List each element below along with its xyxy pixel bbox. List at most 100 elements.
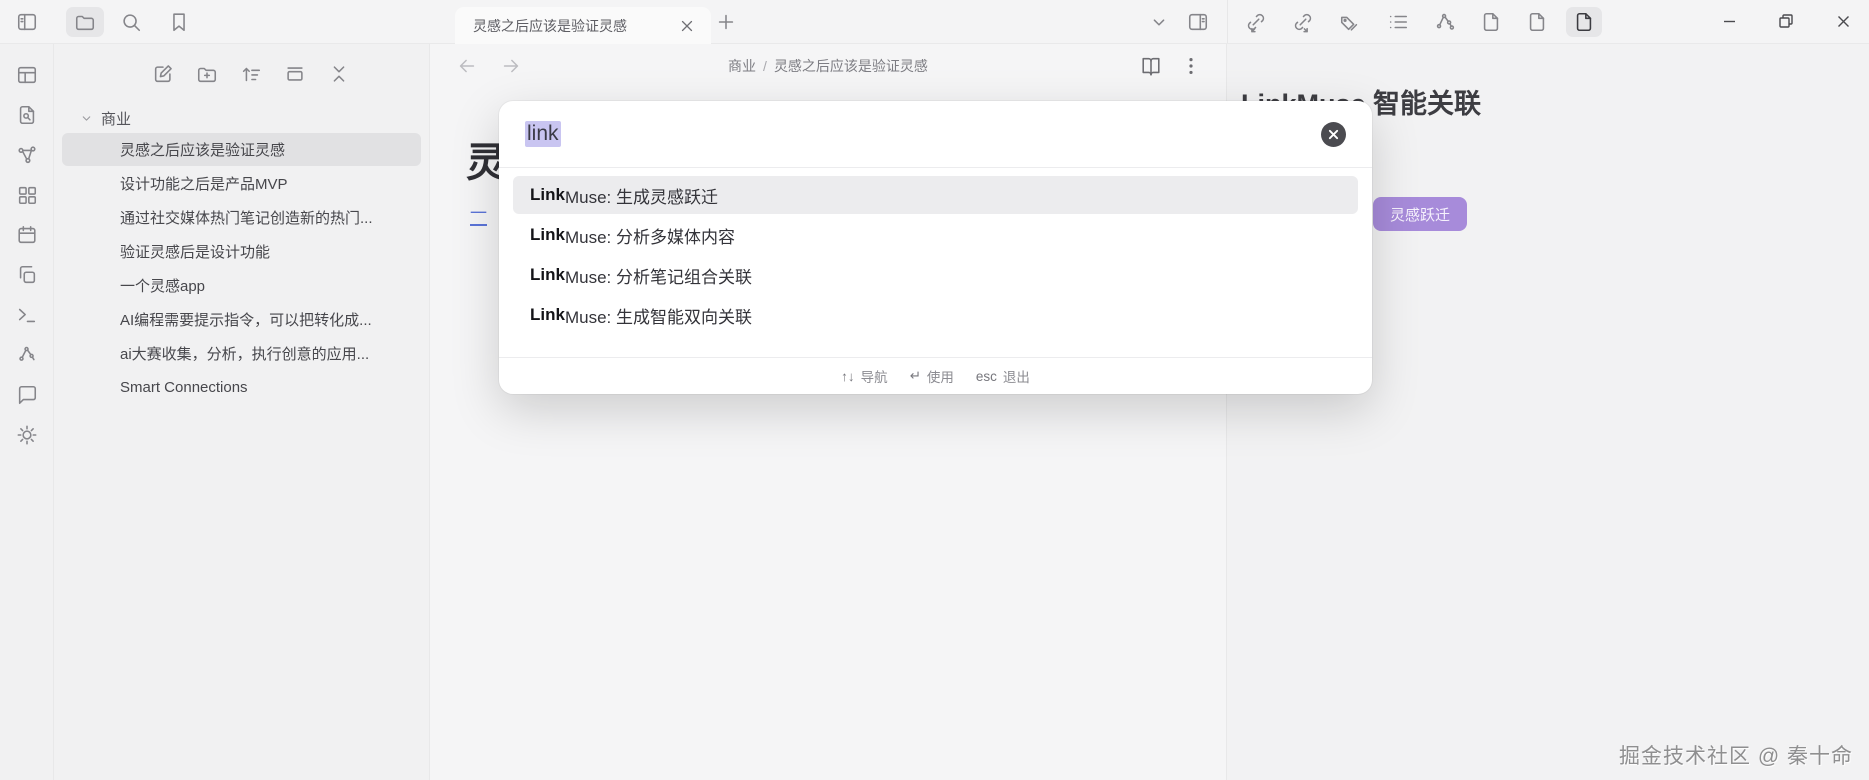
file-label: AI编程需要提示指令，可以把转化成... [120, 312, 372, 329]
file-tree-item[interactable]: 设计功能之后是产品MVP [62, 167, 421, 200]
ribbon-dashboard-button[interactable] [12, 184, 42, 206]
editor-header: 商业 / 灵感之后应该是验证灵感 [430, 44, 1226, 88]
toggle-left-sidebar-button[interactable] [12, 8, 42, 36]
file-view-button-active[interactable] [1566, 7, 1602, 37]
file-tree-item[interactable]: Smart Connections [62, 371, 421, 404]
window-close-button[interactable] [1826, 4, 1860, 38]
file-search-icon [19, 105, 34, 125]
navigate-back-button[interactable] [452, 52, 482, 80]
file-icon [1529, 12, 1545, 32]
breadcrumb-folder[interactable]: 商业 [728, 58, 756, 74]
breadcrumb-note[interactable]: 灵感之后应该是验证灵感 [774, 58, 928, 74]
ribbon-comments-button[interactable] [12, 384, 42, 406]
comment-bubble-icon [18, 385, 36, 405]
file-label: 设计功能之后是产品MVP [120, 176, 288, 193]
palette-result-item[interactable]: Link Muse: 分析笔记组合关联 [513, 256, 1358, 294]
arrow-right-icon [503, 59, 519, 73]
chevron-down-icon [82, 115, 91, 121]
graph-fork-icon [17, 146, 36, 164]
watermark-text: 掘金技术社区 @ 秦十命 [1619, 745, 1853, 768]
inspiration-jump-button[interactable]: 灵感跃迁 [1373, 197, 1468, 231]
tags-view-button[interactable] [1335, 8, 1365, 36]
sort-order-button[interactable] [238, 62, 264, 86]
file-tree-item[interactable]: 验证灵感后是设计功能 [62, 235, 421, 268]
tab-list-dropdown-button[interactable] [1144, 8, 1174, 36]
file-tree-item[interactable]: 一个灵感app [62, 269, 421, 302]
book-open-icon [1142, 57, 1160, 76]
palette-result-item[interactable]: Link Muse: 生成智能双向关联 [513, 296, 1358, 334]
search-tab-button[interactable] [116, 8, 146, 36]
chevron-down-icon [1153, 19, 1165, 26]
left-ribbon [0, 44, 54, 780]
explorer-toolbar [54, 44, 429, 86]
file-icon [1576, 12, 1592, 32]
more-vertical-icon [1189, 57, 1193, 75]
file-explorer-pane: 商业 灵感之后应该是验证灵感 设计功能之后是产品MVP 通过社交媒体热门笔记创造… [54, 44, 430, 780]
more-options-button[interactable] [1176, 52, 1206, 80]
new-tab-button[interactable] [712, 9, 740, 35]
backlinks-view-button[interactable] [1241, 8, 1271, 36]
use-hint: ↵ 使用 [910, 366, 954, 386]
exit-hint: esc 退出 [976, 366, 1030, 386]
stack-panel-icon [287, 67, 303, 81]
new-folder-button[interactable] [194, 62, 220, 86]
app-window: 灵感之后应该是验证灵感 商业 灵感之后应该是验证灵感 设计功能之后是产品MVP … [0, 0, 1869, 780]
palette-search-input[interactable]: link [525, 121, 561, 147]
file-tree-item[interactable]: AI编程需要提示指令，可以把转化成... [62, 303, 421, 336]
change-layout-button[interactable] [282, 62, 308, 86]
palette-input-row[interactable]: link [499, 101, 1372, 168]
ribbon-calendar-button[interactable] [12, 224, 42, 246]
link-outgoing-icon [1294, 13, 1312, 33]
tab-close-button[interactable] [675, 14, 699, 38]
ribbon-settings-button[interactable] [12, 424, 42, 446]
folder-item[interactable]: 商业 [54, 104, 429, 132]
ribbon-terminal-button[interactable] [12, 304, 42, 326]
tags-icon [1340, 16, 1358, 31]
folder-label: 商业 [101, 110, 132, 128]
ribbon-smart-connections-button[interactable] [12, 344, 42, 366]
smart-connections-view-button[interactable] [1430, 8, 1460, 36]
file-tree-item[interactable]: ai大赛收集，分析，执行创意的应用... [62, 337, 421, 370]
ribbon-copy-button[interactable] [12, 264, 42, 286]
ribbon-file-search-button[interactable] [12, 104, 42, 126]
plus-icon [718, 14, 734, 30]
outline-view-button[interactable] [1383, 8, 1413, 36]
new-folder-icon [197, 67, 217, 83]
bookmarks-tab-button[interactable] [164, 8, 194, 36]
file-tree-item[interactable]: 通过社交媒体热门笔记创造新的热门... [62, 201, 421, 234]
ribbon-layout-button[interactable] [12, 64, 42, 86]
new-note-icon [154, 65, 172, 83]
tab-title: 灵感之后应该是验证灵感 [473, 17, 627, 34]
file-tree-item[interactable]: 灵感之后应该是验证灵感 [62, 133, 421, 166]
palette-result-item[interactable]: Link Muse: 分析多媒体内容 [513, 216, 1358, 254]
scatter-graph-icon [18, 346, 35, 361]
window-minimize-button[interactable] [1712, 4, 1746, 38]
panel-layout-icon [17, 66, 36, 84]
file-label: 一个灵感app [120, 278, 206, 295]
files-tab-button[interactable] [66, 7, 104, 37]
palette-result-item[interactable]: Link Muse: 生成灵感跃迁 [513, 176, 1358, 214]
note-internal-link[interactable]: 一 [470, 204, 487, 227]
bookmark-icon [173, 13, 185, 32]
close-icon [1837, 15, 1849, 27]
result-text: Muse: 生成灵感跃迁 [564, 187, 718, 207]
window-restore-button[interactable] [1769, 4, 1803, 38]
palette-clear-button[interactable] [1321, 121, 1346, 147]
navigate-forward-button[interactable] [496, 52, 526, 80]
note-tab[interactable]: 灵感之后应该是验证灵感 [455, 7, 711, 44]
reading-view-button[interactable] [1136, 52, 1166, 80]
ribbon-graph-button[interactable] [12, 144, 42, 166]
breadcrumb: 商业 / 灵感之后应该是验证灵感 [430, 56, 1226, 76]
new-note-button[interactable] [150, 62, 176, 86]
file-view-button-2[interactable] [1522, 8, 1552, 36]
topbar-divider [1227, 0, 1228, 43]
outgoing-links-view-button[interactable] [1288, 8, 1318, 36]
file-view-button-1[interactable] [1476, 8, 1506, 36]
toggle-right-sidebar-button[interactable] [1183, 8, 1213, 36]
dashboard-grid-icon [18, 186, 36, 205]
result-match-text: Link [530, 185, 565, 204]
result-match-text: Link [530, 305, 565, 324]
file-label: Smart Connections [120, 379, 248, 396]
file-tree: 商业 灵感之后应该是验证灵感 设计功能之后是产品MVP 通过社交媒体热门笔记创造… [54, 104, 429, 404]
collapse-all-button[interactable] [326, 62, 352, 86]
